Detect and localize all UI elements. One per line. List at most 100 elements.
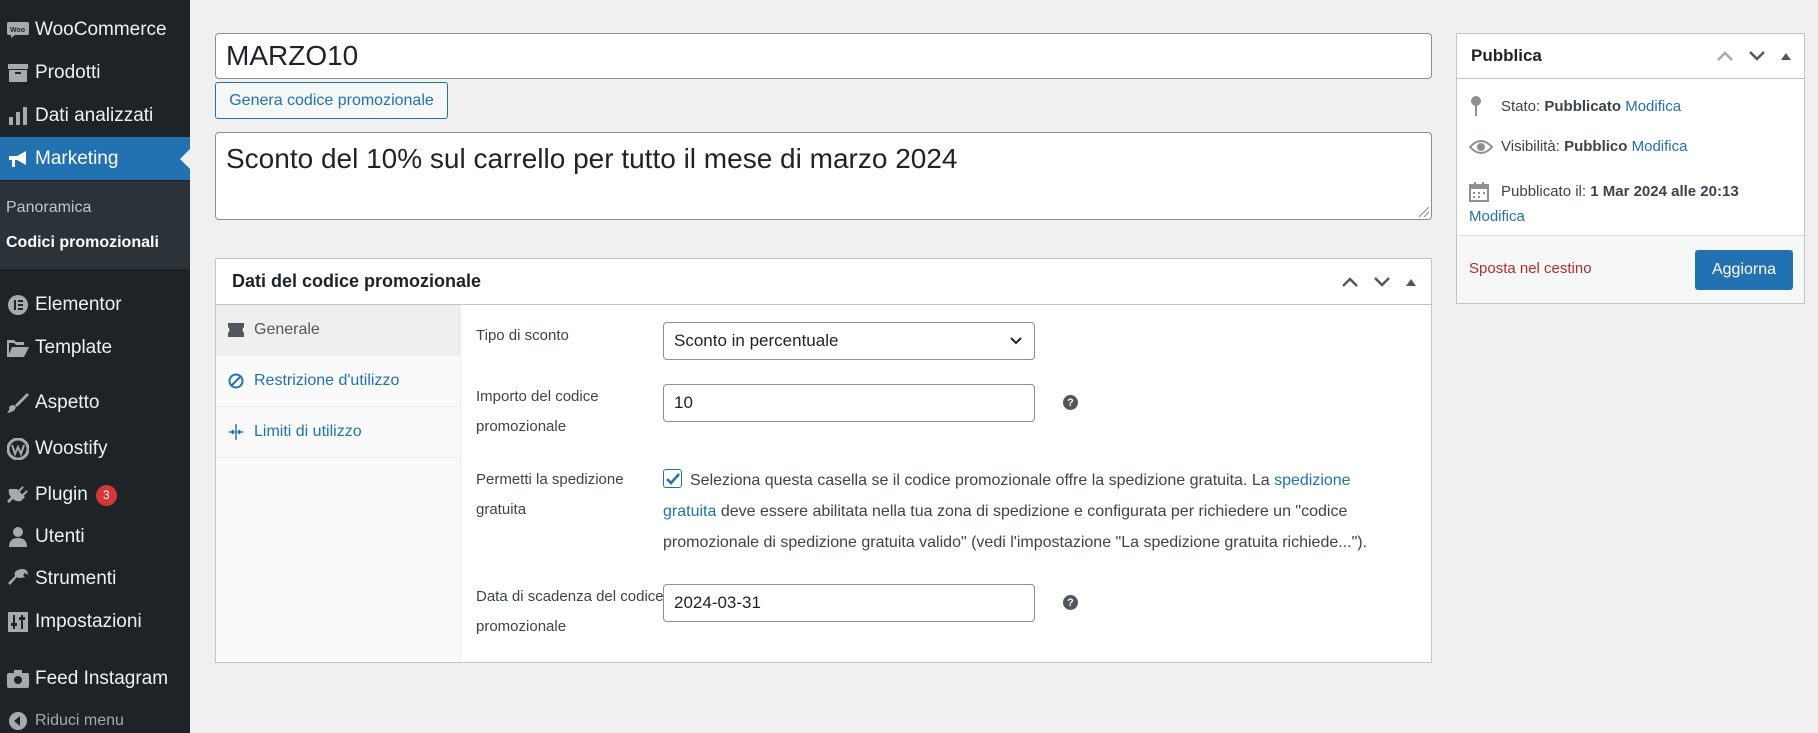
- collapse-menu-label: Riduci menu: [35, 712, 124, 729]
- edit-date-link[interactable]: Modifica: [1469, 204, 1789, 229]
- camera-icon: [0, 670, 35, 688]
- edit-visibility-link[interactable]: Modifica: [1632, 138, 1688, 155]
- menu-label: Dati analizzati: [35, 105, 154, 126]
- bar-chart-icon: [0, 107, 35, 125]
- visibility-row: Visibilità: Pubblico Modifica: [1469, 138, 1687, 155]
- discount-type-value: Sconto in percentuale: [674, 331, 839, 350]
- help-icon[interactable]: ?: [1063, 395, 1078, 410]
- move-to-trash-link[interactable]: Sposta nel cestino: [1469, 260, 1592, 277]
- menu-plugin[interactable]: Plugin 3: [0, 476, 190, 514]
- status-label: Stato:: [1501, 97, 1541, 115]
- menu-utenti[interactable]: Utenti: [0, 518, 190, 556]
- free-shipping-label: Permetti la spedizione gratuita: [476, 471, 624, 518]
- menu-aspetto[interactable]: Aspetto: [0, 384, 190, 422]
- free-shipping-text-2: deve essere abilitata nella tua zona di …: [663, 503, 1368, 551]
- status-value: Pubblicato: [1544, 97, 1622, 115]
- menu-label: Woostify: [35, 438, 108, 459]
- tab-restrizione[interactable]: Restrizione d'utilizzo: [216, 356, 460, 407]
- plug-icon: [0, 485, 35, 505]
- resize-grip-icon[interactable]: [1419, 207, 1429, 217]
- expiry-date-input[interactable]: 2024-03-31: [663, 584, 1035, 622]
- checkmark-icon: [665, 472, 680, 485]
- menu-template[interactable]: Template: [0, 329, 190, 367]
- move-down-icon[interactable]: [1748, 50, 1766, 62]
- edit-status-link[interactable]: Modifica: [1625, 98, 1681, 115]
- published-value: 1 Mar 2024 alle 20:13: [1590, 183, 1739, 200]
- tab-generale[interactable]: Generale: [216, 305, 460, 356]
- menu-label: Impostazioni: [35, 611, 142, 632]
- collapse-menu-button[interactable]: Riduci menu: [0, 702, 190, 733]
- menu-label: WooCommerce: [35, 19, 167, 40]
- eye-icon: [1469, 139, 1501, 155]
- menu-label: Template: [35, 337, 113, 358]
- tab-label: Limiti di utilizzo: [254, 423, 362, 440]
- generate-coupon-button[interactable]: Genera codice promozionale: [215, 82, 448, 119]
- visibility-value: Pubblico: [1564, 138, 1628, 155]
- move-up-icon[interactable]: [1716, 50, 1734, 62]
- publish-actions: Sposta nel cestino Aggiorna: [1457, 235, 1804, 303]
- description-text: Sconto del 10% sul carrello per tutto il…: [226, 143, 958, 174]
- amount-input[interactable]: 10: [663, 384, 1035, 422]
- move-up-icon[interactable]: [1341, 276, 1359, 288]
- submenu-codici-promozionali[interactable]: Codici promozionali: [6, 234, 159, 252]
- free-shipping-description: Seleziona questa casella se il codice pr…: [663, 465, 1403, 558]
- admin-sidebar: Woo WooCommerce Prodotti Dati analizzati…: [0, 0, 190, 733]
- free-shipping-checkbox[interactable]: [663, 469, 682, 489]
- menu-label: Strumenti: [35, 568, 117, 589]
- update-button[interactable]: Aggiorna: [1695, 250, 1793, 290]
- coupon-data-panel: Dati del codice promozionale Generale Re…: [215, 258, 1432, 663]
- pin-icon: [1469, 96, 1501, 116]
- wrench-icon: [0, 569, 35, 589]
- help-icon[interactable]: ?: [1063, 595, 1078, 610]
- publish-header: Pubblica: [1457, 34, 1804, 79]
- expiry-label: Data di scadenza del codice promozionale: [476, 588, 664, 635]
- general-form: Tipo di sconto Sconto in percentuale Imp…: [476, 305, 1431, 662]
- marketing-submenu: Panoramica Codici promozionali: [0, 181, 190, 269]
- menu-woostify[interactable]: Woostify: [0, 430, 190, 468]
- panel-controls: [1341, 276, 1417, 288]
- woostify-icon: [0, 438, 35, 460]
- coupon-code-input[interactable]: MARZO10: [215, 33, 1432, 79]
- free-shipping-text-1: Seleziona questa casella se il codice pr…: [690, 472, 1270, 489]
- ban-icon: [228, 373, 254, 389]
- panel-title: Dati del codice promozionale: [232, 271, 482, 291]
- menu-impostazioni[interactable]: Impostazioni: [0, 603, 190, 641]
- publish-title: Pubblica: [1471, 46, 1542, 65]
- menu-prodotti[interactable]: Prodotti: [0, 54, 190, 92]
- menu-label: Feed Instagram: [35, 668, 169, 689]
- woocommerce-icon: Woo: [0, 22, 35, 38]
- ticket-icon: [228, 323, 254, 337]
- menu-label: Aspetto: [35, 392, 100, 413]
- menu-label: Plugin: [35, 484, 88, 505]
- tab-limiti[interactable]: Limiti di utilizzo: [216, 407, 460, 458]
- publish-controls: [1716, 50, 1792, 62]
- move-down-icon[interactable]: [1373, 276, 1391, 288]
- collapse-arrow-icon: [0, 712, 35, 730]
- publish-box: Pubblica Stato: Pubblicato Modifica Visi…: [1456, 33, 1805, 304]
- menu-marketing[interactable]: Marketing: [0, 137, 190, 180]
- menu-elementor[interactable]: Elementor: [0, 286, 190, 324]
- toggle-panel-icon[interactable]: [1405, 277, 1417, 287]
- calendar-icon: [1469, 181, 1501, 202]
- menu-feed-instagram[interactable]: Feed Instagram: [0, 660, 190, 698]
- coupon-description-textarea[interactable]: Sconto del 10% sul carrello per tutto il…: [215, 132, 1432, 220]
- menu-dati-analizzati[interactable]: Dati analizzati: [0, 97, 190, 135]
- update-count-badge: 3: [95, 484, 117, 506]
- settings-sliders-icon: [0, 612, 35, 632]
- user-icon: [0, 527, 35, 547]
- menu-woocommerce[interactable]: Woo WooCommerce: [0, 11, 190, 49]
- menu-strumenti[interactable]: Strumenti: [0, 560, 190, 598]
- svg-text:Woo: Woo: [10, 27, 25, 34]
- megaphone-icon: [0, 149, 35, 169]
- status-row: Stato: Pubblicato Modifica: [1469, 96, 1681, 116]
- arrows-in-icon: [228, 424, 254, 440]
- toggle-panel-icon[interactable]: [1780, 51, 1792, 61]
- menu-label: Prodotti: [35, 62, 101, 83]
- chevron-down-icon: [1010, 337, 1022, 345]
- visibility-label: Visibilità:: [1501, 138, 1560, 155]
- submenu-panoramica[interactable]: Panoramica: [6, 199, 91, 217]
- elementor-icon: [0, 295, 35, 315]
- tab-label: Restrizione d'utilizzo: [254, 372, 400, 389]
- discount-type-select[interactable]: Sconto in percentuale: [663, 322, 1035, 360]
- folder-open-icon: [0, 339, 35, 357]
